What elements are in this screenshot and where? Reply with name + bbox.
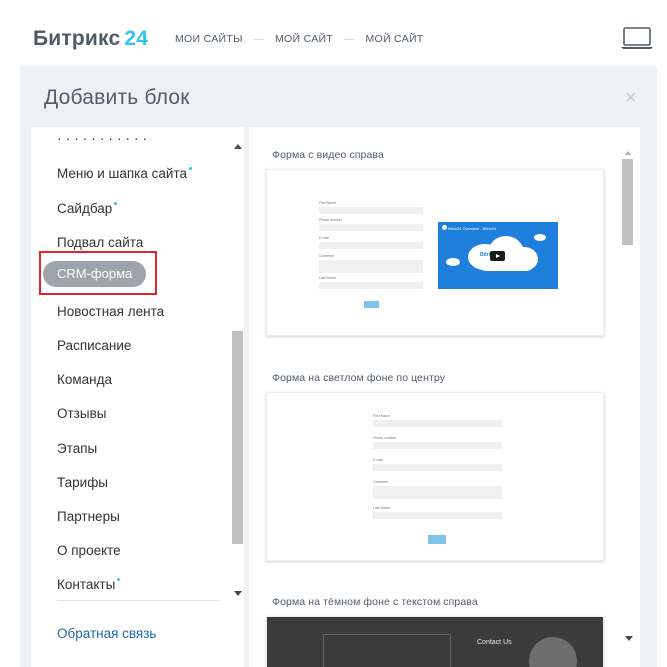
form-label: Comment <box>373 480 389 484</box>
cloud-shape <box>478 256 534 271</box>
new-indicator-dot <box>114 202 118 205</box>
cloud-shape <box>446 258 460 266</box>
form-submit-button <box>364 301 379 308</box>
sidebar-item-news-feed[interactable]: Новостная лента <box>57 304 164 319</box>
block-title: Форма с видео справа <box>272 149 384 161</box>
block-category-sidebar: · · · · · · · · · · · Меню и шапка сайта… <box>31 127 244 667</box>
new-indicator-dot <box>188 167 192 170</box>
breadcrumb: МОИ САЙТЫ — МОЙ САЙТ — МОЙ САЙТ <box>175 33 424 45</box>
form-field <box>373 464 502 471</box>
add-block-modal: Добавить блок × · · · · · · · · · · · Ме… <box>20 66 657 667</box>
breadcrumb-separator: — <box>344 33 355 45</box>
scroll-down-arrow-icon[interactable] <box>234 591 242 596</box>
block-title: Форма на светлом фоне по центру <box>272 372 446 384</box>
sidebar-item-pricing[interactable]: Тарифы <box>57 475 108 490</box>
play-icon <box>490 251 505 261</box>
block-preview-form-light-center[interactable]: First Name Phone number E-mail Comment L… <box>266 392 604 561</box>
form-label: Phone number <box>373 436 396 440</box>
channel-avatar <box>442 225 447 230</box>
top-bar: Битрикс 24 МОИ САЙТЫ — МОЙ САЙТ — МОЙ САЙ… <box>0 0 667 66</box>
form-field <box>373 486 502 499</box>
form-label: Last Name <box>319 276 336 280</box>
breadcrumb-my-sites[interactable]: МОИ САЙТЫ <box>175 33 243 45</box>
sidebar-item-label: Подвал сайта <box>57 235 144 250</box>
dark-block-heading: Contact Us <box>477 639 512 646</box>
breadcrumb-my-site-page[interactable]: МОЙ САЙТ <box>365 33 423 45</box>
form-label: Phone number <box>319 218 342 222</box>
sidebar-item-label: Меню и шапка сайта <box>57 166 187 181</box>
form-label: Comment <box>319 254 335 258</box>
breadcrumb-my-site[interactable]: МОЙ САЙТ <box>275 33 333 45</box>
scroll-up-arrow-icon[interactable] <box>234 144 242 149</box>
sidebar-item-contacts[interactable]: Контакты <box>57 577 121 592</box>
sidebar-item-stages[interactable]: Этапы <box>57 441 97 456</box>
video-thumbnail: Bitrix24 Overview - Bitrix24 Bitri s <box>438 222 558 289</box>
form-field <box>373 512 502 519</box>
sidebar-item-label: Контакты <box>57 577 116 592</box>
logo-name: Битрикс <box>33 27 121 50</box>
sidebar-item-label: Этапы <box>57 441 98 456</box>
modal-title: Добавить блок <box>44 86 190 109</box>
sidebar-item-reviews[interactable]: Отзывы <box>57 406 106 421</box>
sidebar-item-footer[interactable]: Подвал сайта <box>57 235 143 250</box>
bitrix24-logo[interactable]: Битрикс 24 <box>33 27 148 51</box>
form-field <box>319 207 423 214</box>
sidebar-item-team[interactable]: Команда <box>57 372 112 387</box>
sidebar-item-label: Расписание <box>57 338 132 353</box>
feedback-link[interactable]: Обратная связь <box>57 626 156 641</box>
sidebar-item-label: Сайдбар <box>57 201 113 216</box>
form-field <box>319 242 423 249</box>
sidebar-item-sidebar[interactable]: Сайдбар <box>57 201 118 216</box>
form-submit-button <box>428 535 446 544</box>
content-scrollbar-thumb[interactable] <box>622 159 633 245</box>
sidebar-divider <box>57 600 220 601</box>
form-field <box>373 442 502 449</box>
sidebar-scrollbar-thumb[interactable] <box>232 331 243 544</box>
form-field <box>319 260 423 273</box>
sidebar-item-menu-header[interactable]: Меню и шапка сайта <box>57 166 192 181</box>
sidebar-item-label: Новостная лента <box>57 304 165 319</box>
laptop-preview-icon[interactable] <box>620 26 654 50</box>
block-preview-panel: Форма с видео справа First Name Phone nu… <box>249 127 640 667</box>
block-preview-form-dark-text-right[interactable]: Contact Us <box>266 616 604 667</box>
sidebar-item-label: О проекте <box>57 543 121 558</box>
form-label: First Name <box>319 201 337 205</box>
sidebar-item-label: Тарифы <box>57 475 109 490</box>
form-label: Last Name <box>373 506 390 510</box>
highlight-frame <box>39 251 157 295</box>
new-indicator-dot <box>117 578 121 581</box>
sidebar-item-label: Команда <box>57 372 113 387</box>
sidebar-item-schedule[interactable]: Расписание <box>57 338 131 353</box>
close-icon[interactable]: × <box>625 88 637 108</box>
form-label: E-mail <box>373 458 383 462</box>
form-field <box>373 420 502 427</box>
logo-number: 24 <box>124 27 149 50</box>
sidebar-item-label: Партнеры <box>57 509 120 524</box>
person-photo <box>529 637 577 667</box>
block-title: Форма на тёмном фоне с текстом справа <box>272 596 478 608</box>
form-field <box>319 282 423 289</box>
form-label: First Name <box>373 414 391 418</box>
video-title: Bitrix24 Overview - Bitrix24 <box>448 226 497 231</box>
form-field <box>319 224 423 231</box>
scroll-up-arrow-icon[interactable] <box>625 151 631 155</box>
block-preview-form-video-right[interactable]: First Name Phone number E-mail Comment L… <box>266 169 604 336</box>
sidebar-item-cut-off: · · · · · · · · · · · <box>57 138 147 143</box>
cloud-shape <box>534 234 546 241</box>
breadcrumb-separator: — <box>253 33 265 45</box>
form-outline <box>323 634 451 667</box>
sidebar-item-partners[interactable]: Партнеры <box>57 509 120 524</box>
sidebar-item-about[interactable]: О проекте <box>57 543 121 558</box>
scroll-down-arrow-icon[interactable] <box>625 636 633 641</box>
sidebar-item-label: Отзывы <box>57 406 107 421</box>
form-label: E-mail <box>319 236 329 240</box>
